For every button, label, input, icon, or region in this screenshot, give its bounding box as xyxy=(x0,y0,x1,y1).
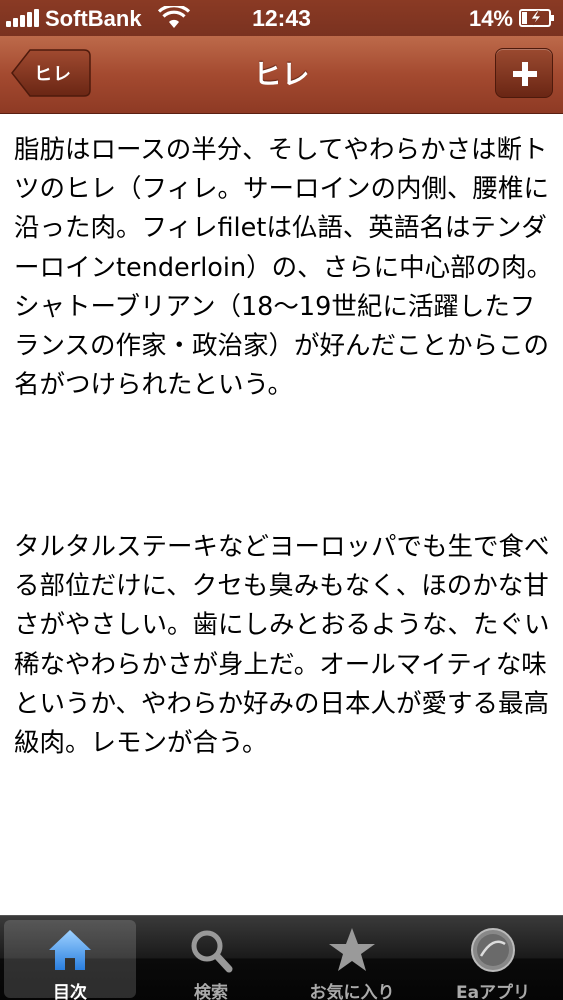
star-icon xyxy=(329,928,375,971)
tab-bar: 目次 検索 お気に入り Eaアプリ xyxy=(0,915,563,1000)
battery-charging-icon xyxy=(519,9,554,27)
navigation-bar: ヒレ ヒレ xyxy=(0,36,563,114)
back-button-label: ヒレ xyxy=(34,64,72,85)
home-icon xyxy=(49,930,91,970)
status-bar: SoftBank 12:43 14% xyxy=(0,0,563,36)
tab-label: 目次 xyxy=(53,983,87,1000)
tab-label: 検索 xyxy=(194,983,228,1000)
search-icon xyxy=(191,930,233,973)
article-paragraph: タルタルステーキなどヨーロッパでも生で食べる部位だけに、クセも臭みもなく、ほのか… xyxy=(14,532,550,759)
ea-app-icon xyxy=(471,928,515,972)
tab-label: お気に入り xyxy=(309,983,395,1000)
tab-ea-app[interactable]: Eaアプリ xyxy=(427,920,559,1000)
add-button[interactable] xyxy=(495,48,553,98)
tab-search[interactable]: 検索 xyxy=(145,920,277,1000)
tab-favorites[interactable]: お気に入り xyxy=(286,920,418,1000)
tab-label: Eaアプリ xyxy=(455,983,531,1000)
back-button[interactable]: ヒレ xyxy=(10,48,92,98)
tab-contents[interactable]: 目次 xyxy=(4,920,136,1000)
article-paragraph: 脂肪はロースの半分、そしてやわらかさは断トツのヒレ（フィレ。サーロインの内側、腰… xyxy=(14,135,553,401)
page-title: ヒレ xyxy=(253,58,310,91)
article-content: 脂肪はロースの半分、そしてやわらかさは断トツのヒレ（フィレ。サーロインの内側、腰… xyxy=(0,115,563,915)
plus-icon xyxy=(513,62,537,86)
battery-percent: 14% xyxy=(468,6,513,31)
